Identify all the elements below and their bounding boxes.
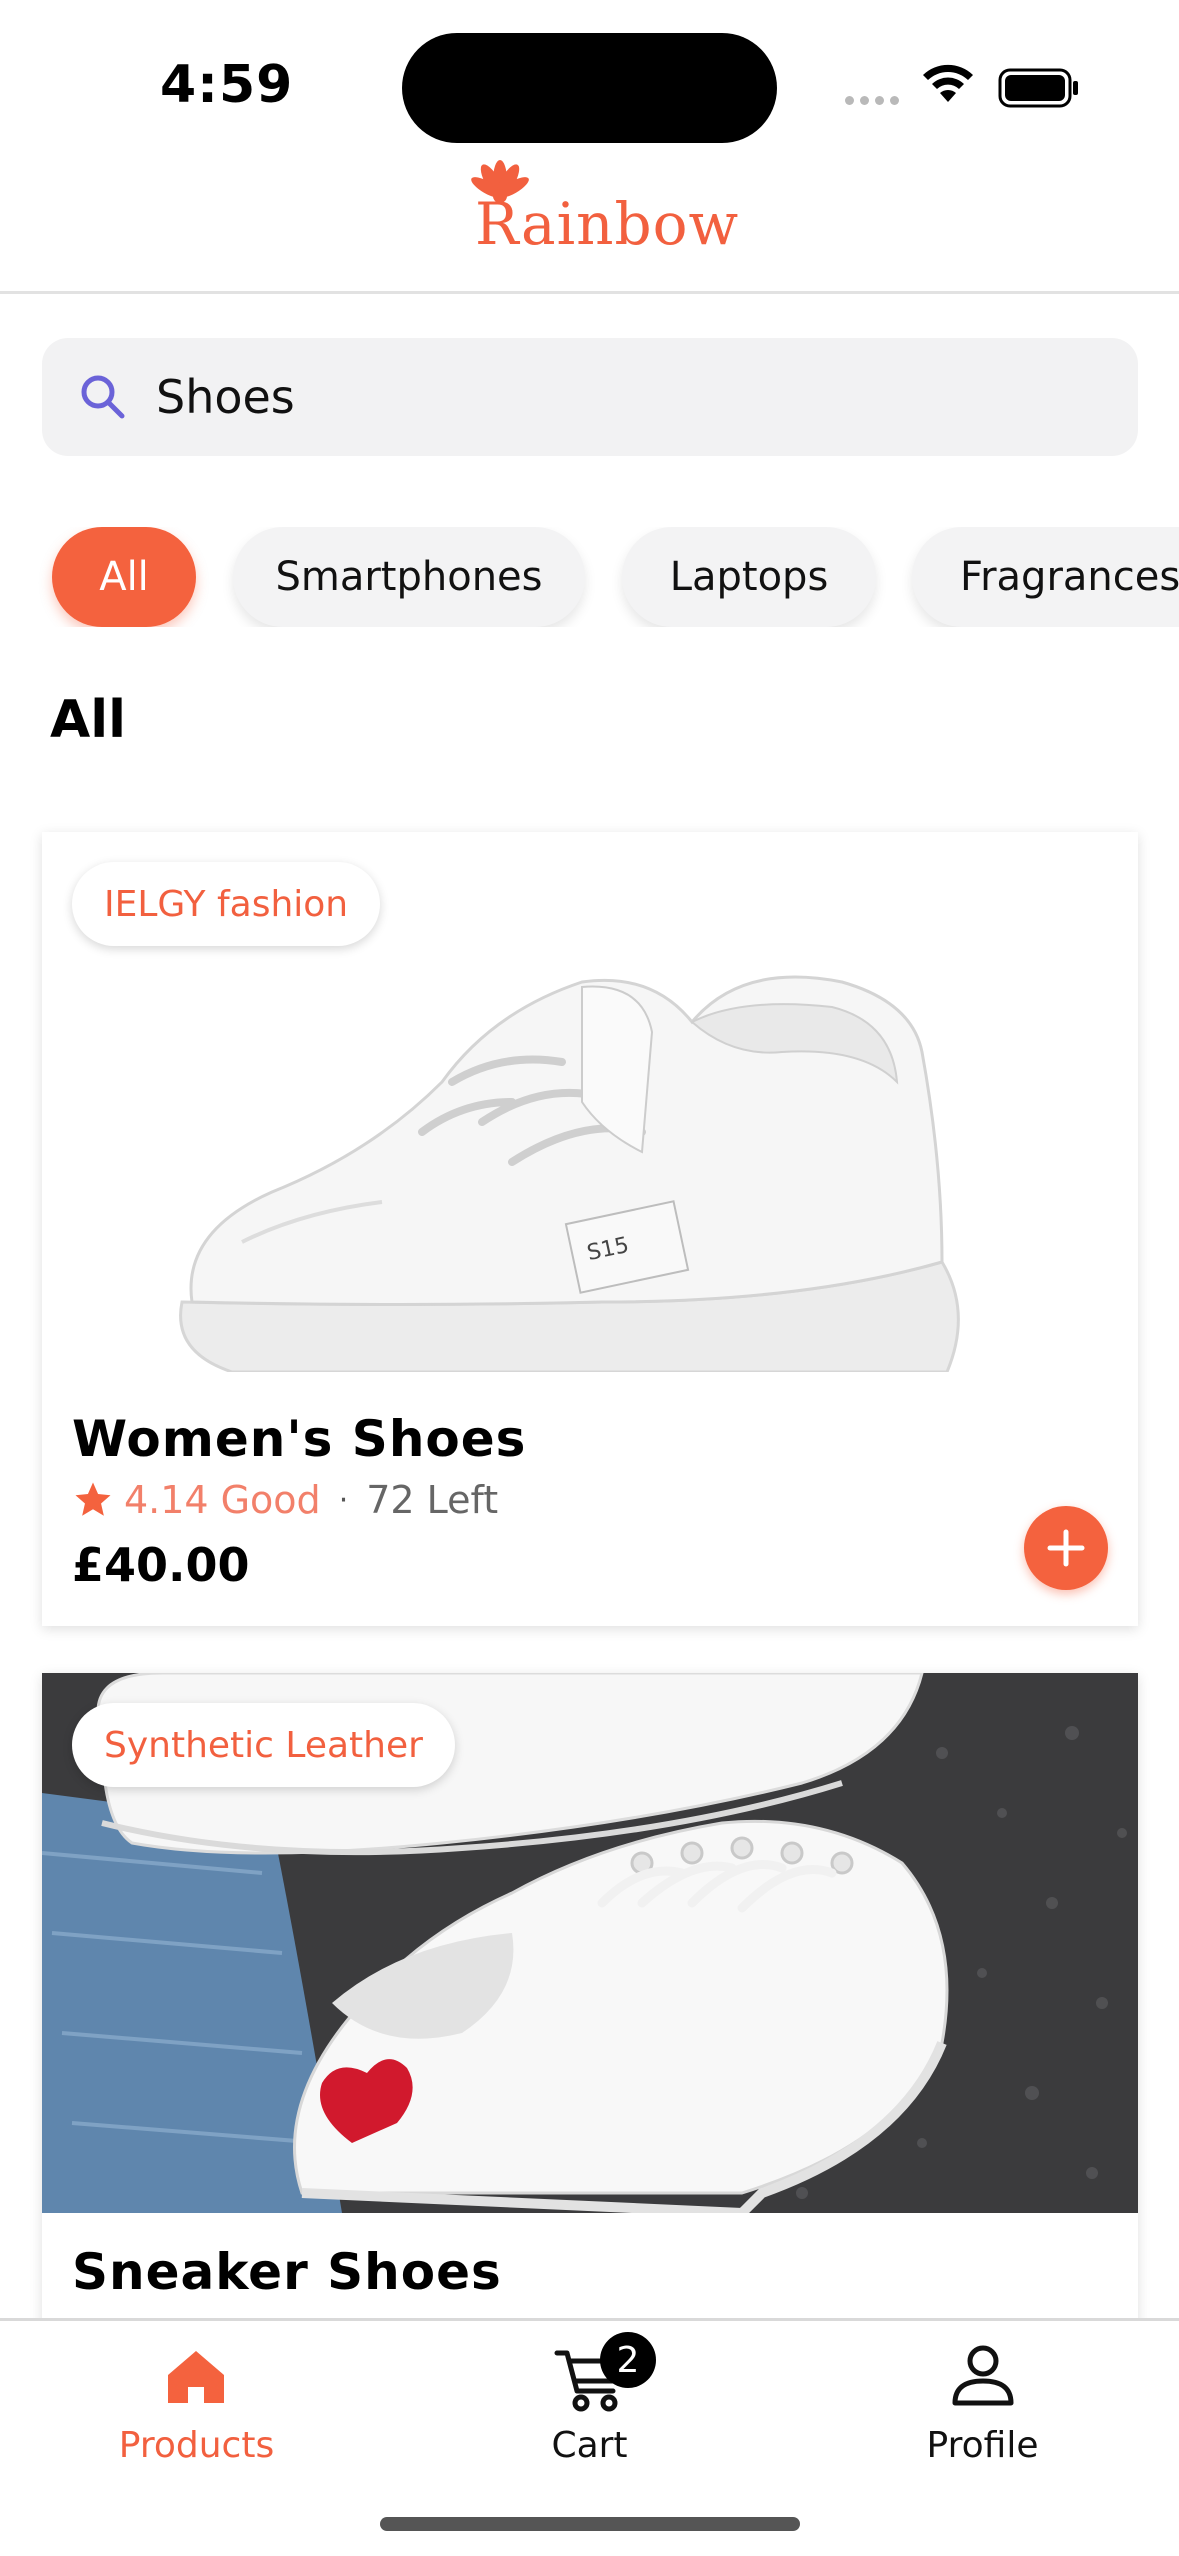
product-brand-tag: IELGY fashion <box>72 862 381 946</box>
tab-profile-label: Profile <box>926 2425 1039 2466</box>
battery-icon <box>998 68 1078 108</box>
product-rating-label: Good <box>220 1478 321 1522</box>
app-header: Rainbow <box>0 150 1179 294</box>
product-meta: 4.14 Good · 72 Left <box>72 1478 498 1522</box>
search-bar[interactable] <box>42 338 1138 456</box>
cart-count-badge: 2 <box>600 2332 656 2388</box>
product-brand-tag: Synthetic Leather <box>72 1703 455 1787</box>
product-stock: 72 Left <box>366 1478 499 1522</box>
status-bar: 4:59 <box>0 0 1179 150</box>
section-title: All <box>50 690 126 750</box>
tab-products-label: Products <box>118 2425 275 2466</box>
home-indicator[interactable] <box>380 2517 800 2531</box>
tab-products[interactable]: Products <box>0 2321 393 2481</box>
add-to-cart-button[interactable] <box>1024 1506 1108 1590</box>
cellular-signal-icon <box>845 96 899 105</box>
category-chips: All Smartphones Laptops Fragrances <box>0 527 1179 627</box>
tab-cart-label: Cart <box>551 2425 628 2466</box>
product-price: £40.00 <box>72 1538 250 1592</box>
home-icon <box>168 2351 224 2403</box>
chip-laptops[interactable]: Laptops <box>622 527 876 627</box>
product-card[interactable]: Synthetic Leather Sneaker Shoes <box>42 1673 1138 2373</box>
user-icon <box>952 2345 1014 2406</box>
brand-name: Rainbow <box>475 190 740 258</box>
tab-profile[interactable]: Profile <box>786 2321 1179 2481</box>
search-input[interactable] <box>156 338 1096 456</box>
brand-logo[interactable]: Rainbow <box>455 150 738 260</box>
product-name: Sneaker Shoes <box>72 2243 502 2301</box>
wifi-icon <box>923 64 973 102</box>
product-rating: 4.14 <box>124 1478 209 1522</box>
plus-icon <box>1047 1529 1085 1567</box>
product-card[interactable]: IELGY fashion S15 Women's Shoes 4.14 Goo… <box>42 832 1138 1626</box>
chip-all[interactable]: All <box>52 527 196 627</box>
status-time: 4:59 <box>160 55 294 115</box>
tab-cart[interactable]: Cart <box>393 2321 786 2481</box>
chip-fragrances[interactable]: Fragrances <box>912 527 1179 627</box>
star-icon <box>75 1482 111 1516</box>
chip-smartphones[interactable]: Smartphones <box>233 527 585 627</box>
product-name: Women's Shoes <box>72 1410 527 1468</box>
dynamic-island <box>402 33 777 143</box>
meta-separator: · <box>338 1482 349 1518</box>
search-icon <box>81 375 125 419</box>
